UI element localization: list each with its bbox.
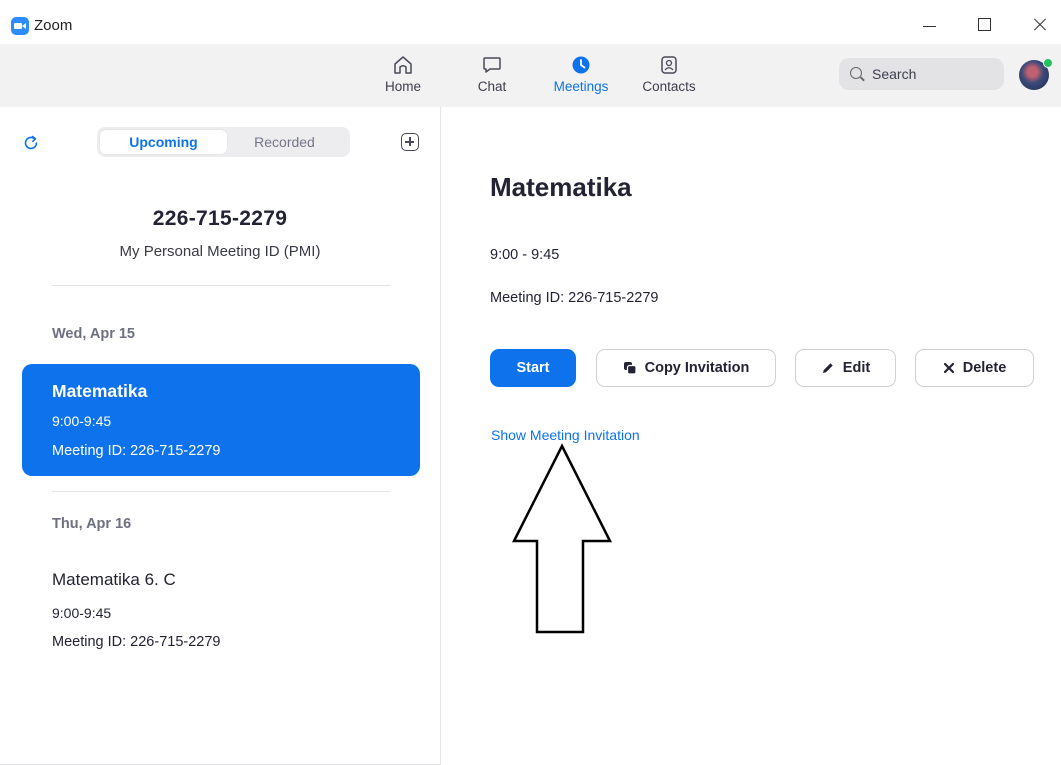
contact-card-icon: [658, 54, 680, 76]
nav-tab-label: Chat: [477, 79, 507, 94]
chat-bubble-icon: [481, 54, 503, 76]
refresh-icon[interactable]: [22, 134, 40, 152]
window-title: Zoom: [34, 17, 73, 34]
nav-tab-label: Contacts: [642, 79, 696, 94]
tab-recorded[interactable]: Recorded: [221, 130, 348, 154]
nav-tab-label: Home: [384, 79, 421, 94]
pencil-icon: [822, 363, 833, 373]
nav-tab-label: Meetings: [553, 79, 609, 94]
button-label: Edit: [842, 360, 871, 376]
tab-upcoming[interactable]: Upcoming: [100, 130, 227, 154]
meeting-detail-title: Matematika: [490, 172, 632, 202]
meetings-segmented-control: Upcoming Recorded: [97, 127, 350, 157]
pmi-label: My Personal Meeting ID (PMI): [119, 243, 321, 260]
clock-icon: [570, 54, 592, 76]
edit-meeting-button[interactable]: Edit: [795, 349, 896, 387]
meeting-list-item[interactable]: Matematika 6. C 9:00-9:45 Meeting ID: 22…: [22, 554, 420, 666]
button-label: Copy Invitation: [644, 360, 750, 376]
meeting-time: 9:00-9:45: [52, 605, 112, 621]
nav-tab-contacts[interactable]: Contacts: [638, 54, 700, 98]
meeting-detail-time: 9:00 - 9:45: [490, 247, 560, 263]
meeting-list-item-selected[interactable]: Matematika 9:00-9:45 Meeting ID: 226-715…: [22, 364, 420, 476]
button-label: Delete: [962, 360, 1007, 376]
main-nav-bar: Home Chat Meetings Contacts: [0, 44, 1061, 107]
list-divider: [52, 285, 390, 286]
add-meeting-icon[interactable]: [401, 133, 419, 151]
pmi-number[interactable]: 226-715-2279: [0, 207, 440, 231]
button-label: Start: [516, 360, 550, 376]
copy-icon: [623, 362, 637, 375]
meeting-detail-id: Meeting ID: 226-715-2279: [490, 290, 659, 306]
meeting-id: Meeting ID: 226-715-2279: [52, 634, 221, 650]
search-box[interactable]: [839, 58, 1004, 90]
meeting-title: Matematika: [52, 381, 148, 401]
meeting-time: 9:00-9:45: [52, 413, 112, 429]
copy-invitation-button[interactable]: Copy Invitation: [596, 349, 776, 387]
show-meeting-invitation-link[interactable]: Show Meeting Invitation: [491, 427, 640, 443]
nav-tab-meetings[interactable]: Meetings: [548, 54, 614, 98]
panel-divider: [440, 107, 441, 765]
search-input[interactable]: [872, 58, 997, 90]
search-icon: [850, 67, 862, 79]
online-status-dot: [1043, 58, 1053, 68]
title-bar: Zoom: [0, 0, 1061, 44]
delete-meeting-button[interactable]: Delete: [915, 349, 1034, 387]
maximize-button[interactable]: [970, 12, 1000, 36]
list-divider: [52, 491, 390, 492]
date-header: Thu, Apr 16: [52, 516, 132, 532]
x-icon: [943, 362, 954, 374]
date-header: Wed, Apr 15: [52, 326, 135, 342]
nav-tab-home[interactable]: Home: [380, 54, 426, 98]
meeting-title: Matematika 6. C: [52, 570, 176, 589]
zoom-logo-icon: [11, 17, 29, 35]
meetings-list-panel: Upcoming Recorded 226-715-2279 My Person…: [0, 107, 440, 765]
meeting-id: Meeting ID: 226-715-2279: [52, 443, 221, 459]
annotation-up-arrow-icon: [511, 443, 613, 634]
home-icon: [392, 54, 414, 76]
close-window-button[interactable]: [1026, 12, 1056, 36]
nav-tab-chat[interactable]: Chat: [470, 54, 514, 98]
minimize-button[interactable]: [915, 12, 945, 36]
start-meeting-button[interactable]: Start: [490, 349, 576, 387]
